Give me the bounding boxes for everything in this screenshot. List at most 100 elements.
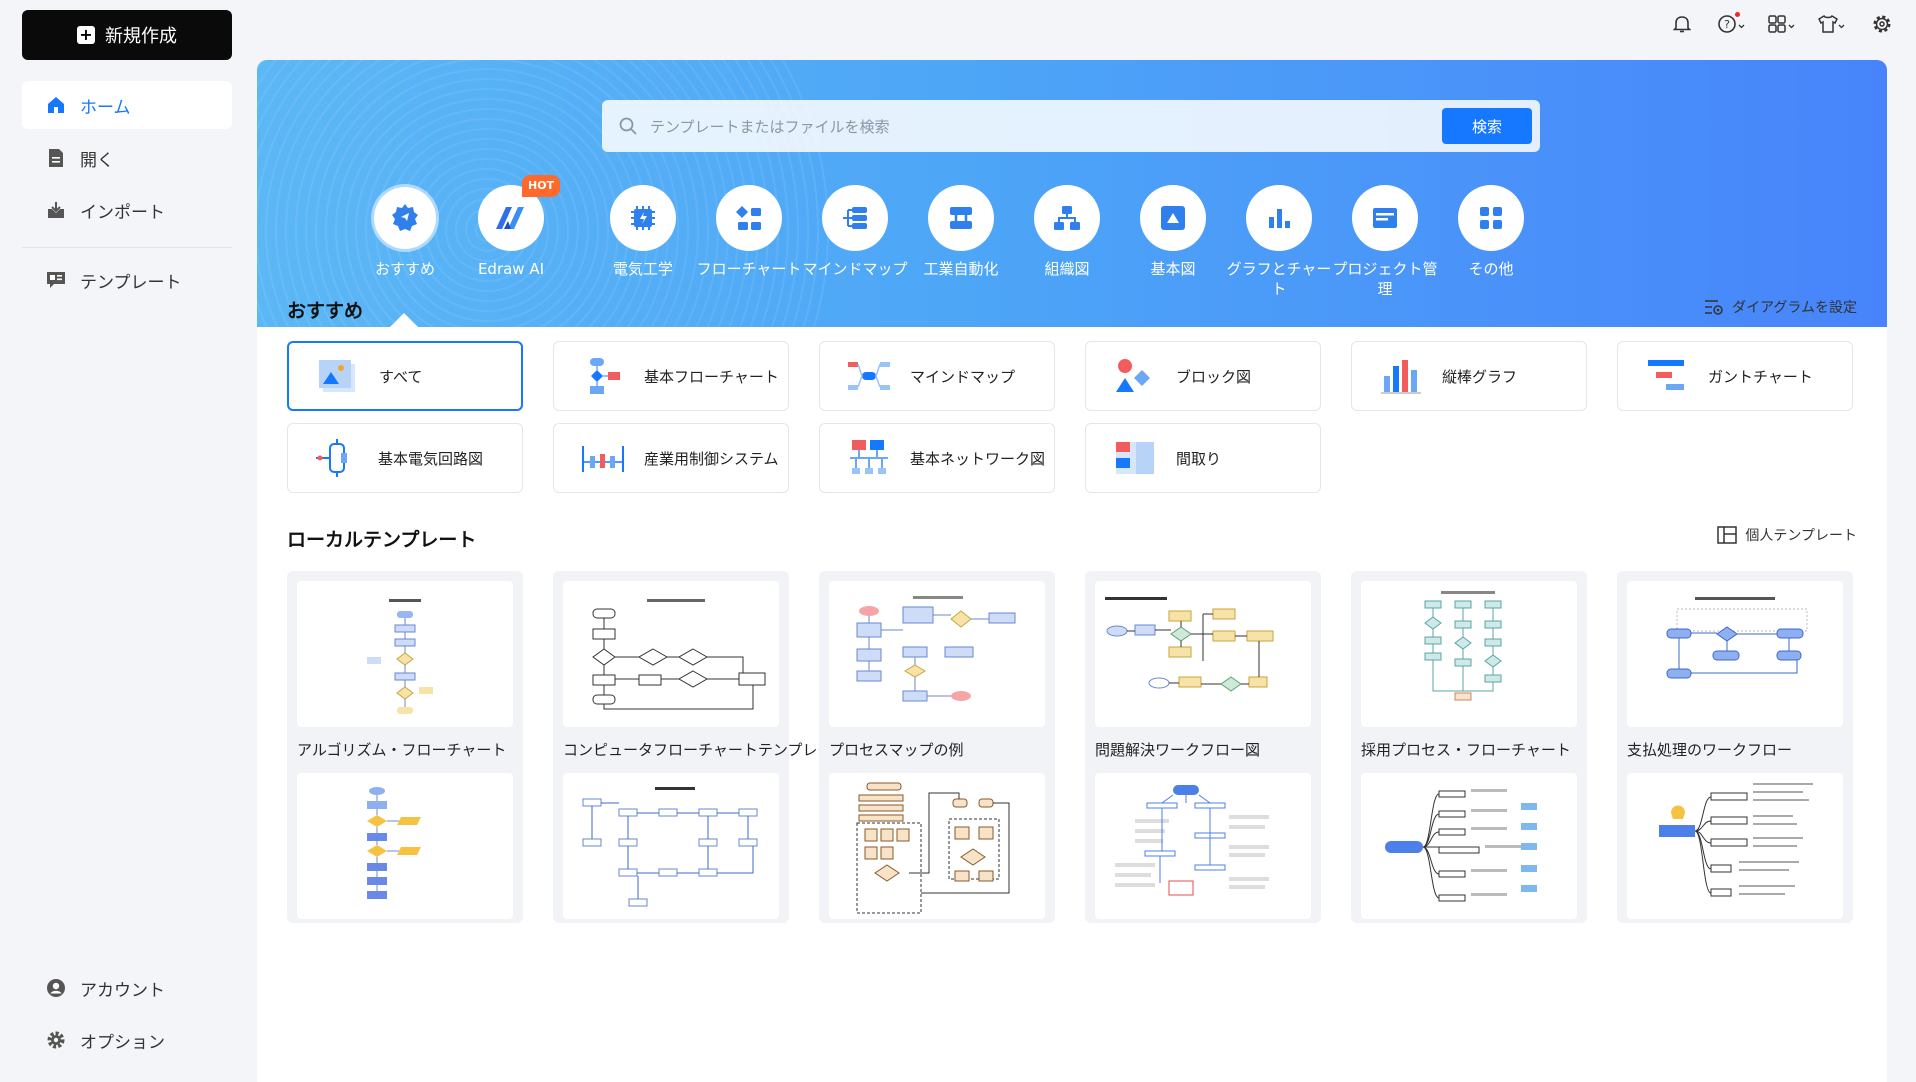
- diagram-settings-link[interactable]: ダイアグラムを設定: [1704, 297, 1857, 317]
- type-card-all[interactable]: すべて: [287, 341, 523, 411]
- flowchart-icon: [580, 356, 626, 396]
- template-card[interactable]: [287, 763, 523, 923]
- category-label: Edraw AI: [477, 260, 545, 278]
- search-button[interactable]: 検索: [1442, 108, 1532, 144]
- template-card[interactable]: アルゴリズム・フローチャート: [287, 571, 523, 777]
- template-thumbnail: [1361, 773, 1577, 919]
- sidebar-item-import[interactable]: インポート: [22, 186, 232, 234]
- search-icon: [619, 117, 637, 135]
- circuit-icon: [314, 438, 360, 478]
- personal-templates-label: 個人テンプレート: [1745, 528, 1857, 544]
- template-card[interactable]: 採用プロセス・フローチャート: [1351, 571, 1587, 777]
- search-input[interactable]: テンプレートまたはファイルを検索: [650, 116, 1442, 137]
- category-label: おすすめ: [374, 260, 435, 278]
- sidebar: + 新規作成 ホーム 開く インポート テンプレート アカウント オプション: [0, 0, 252, 1082]
- type-card-column-chart[interactable]: 縦棒グラフ: [1351, 341, 1587, 411]
- help-icon[interactable]: ?: [1718, 12, 1746, 36]
- type-card-label: ブロック図: [1176, 367, 1252, 386]
- category-more[interactable]: その他: [1436, 185, 1546, 279]
- new-button-label: 新規作成: [105, 26, 177, 47]
- mindmap-icon: [846, 356, 892, 396]
- template-card[interactable]: プロセスマップの例: [819, 571, 1055, 777]
- shirt-icon[interactable]: [1818, 12, 1846, 36]
- floorplan-icon: [1112, 438, 1158, 478]
- type-card-circuit[interactable]: 基本電気回路図: [287, 423, 523, 493]
- type-card-label: ガントチャート: [1708, 367, 1813, 386]
- category-label: グラフとチャート: [1226, 260, 1332, 298]
- category-orgchart[interactable]: 組織図: [1012, 185, 1122, 279]
- template-thumbnail: [829, 581, 1045, 727]
- personal-templates-link[interactable]: 個人テンプレート: [1717, 525, 1857, 545]
- category-project[interactable]: プロジェクト管理: [1330, 185, 1440, 299]
- type-card-basic-flowchart[interactable]: 基本フローチャート: [553, 341, 789, 411]
- type-card-block[interactable]: ブロック図: [1085, 341, 1321, 411]
- type-card-industrial[interactable]: 産業用制御システム: [553, 423, 789, 493]
- template-card[interactable]: [819, 763, 1055, 923]
- template-thumbnail: [297, 581, 513, 727]
- home-icon: [46, 95, 66, 115]
- template-card[interactable]: [1617, 763, 1853, 923]
- category-electrical[interactable]: 電気工学: [588, 185, 698, 279]
- flowchart-icon: [716, 185, 782, 251]
- plus-icon: +: [77, 26, 95, 44]
- basic-icon: [1140, 185, 1206, 251]
- sidebar-item-home[interactable]: ホーム: [22, 81, 232, 129]
- account-icon: [46, 978, 66, 998]
- type-card-network[interactable]: 基本ネットワーク図: [819, 423, 1055, 493]
- category-automation[interactable]: 工業自動化: [906, 185, 1016, 279]
- template-caption: 採用プロセス・フローチャート: [1361, 741, 1571, 759]
- industrial-control-icon: [580, 438, 626, 478]
- chart-icon: [1246, 185, 1312, 251]
- import-icon: [46, 200, 66, 220]
- top-toolbar: ?: [1668, 12, 1896, 36]
- sidebar-item-options[interactable]: オプション: [22, 1016, 232, 1064]
- template-card[interactable]: [1085, 763, 1321, 923]
- section-title-local: ローカルテンプレート: [287, 529, 477, 551]
- category-charts[interactable]: グラフとチャート: [1224, 185, 1334, 299]
- network-icon: [846, 438, 892, 478]
- apps-icon[interactable]: [1768, 12, 1796, 36]
- template-thumbnail: [1627, 773, 1843, 919]
- recommend-icon: [374, 187, 436, 249]
- template-card[interactable]: [1351, 763, 1587, 923]
- search-bar[interactable]: テンプレートまたはファイルを検索 検索: [602, 100, 1540, 152]
- divider: [22, 247, 232, 248]
- template-thumbnail: [563, 581, 779, 727]
- automation-icon: [928, 185, 994, 251]
- template-card[interactable]: 問題解決ワークフロー図: [1085, 571, 1321, 777]
- category-label: フローチャート: [696, 260, 802, 278]
- category-label: 組織図: [1044, 260, 1090, 278]
- section-title-recommended: おすすめ: [287, 300, 364, 322]
- type-card-mindmap[interactable]: マインドマップ: [819, 341, 1055, 411]
- category-mindmap[interactable]: マインドマップ: [800, 185, 910, 279]
- category-basic[interactable]: 基本図: [1118, 185, 1228, 279]
- sidebar-item-templates[interactable]: テンプレート: [22, 256, 232, 304]
- category-recommend[interactable]: おすすめ: [350, 185, 460, 279]
- type-card-gantt[interactable]: ガントチャート: [1617, 341, 1853, 411]
- new-button[interactable]: + 新規作成: [22, 10, 232, 60]
- category-label: 工業自動化: [923, 260, 999, 278]
- type-card-floorplan[interactable]: 間取り: [1085, 423, 1321, 493]
- sidebar-item-account[interactable]: アカウント: [22, 964, 232, 1012]
- template-thumbnail: [563, 773, 779, 919]
- template-card[interactable]: コンピュータフローチャートテンプレート: [553, 571, 847, 777]
- type-card-label: 基本ネットワーク図: [910, 449, 1046, 468]
- settings-icon[interactable]: [1868, 12, 1896, 36]
- template-caption: コンピュータフローチャートテンプレート: [563, 741, 848, 759]
- type-card-label: すべて: [379, 367, 423, 386]
- sidebar-item-label: アカウント: [80, 980, 165, 1001]
- main-panel: テンプレートまたはファイルを検索 検索 おすすめ HOT Edraw AI 電気…: [257, 60, 1887, 1082]
- template-card[interactable]: 支払処理のワークフロー: [1617, 571, 1853, 777]
- template-caption: プロセスマップの例: [829, 741, 964, 759]
- orgchart-icon: [1034, 185, 1100, 251]
- category-edraw-ai[interactable]: HOT Edraw AI: [456, 175, 566, 279]
- settings-list-icon: [1705, 300, 1723, 315]
- category-flowchart[interactable]: フローチャート: [694, 185, 804, 279]
- sidebar-item-label: オプション: [80, 1032, 165, 1053]
- bell-icon[interactable]: [1668, 12, 1696, 36]
- mindmap-icon: [822, 185, 888, 251]
- hot-badge: HOT: [522, 175, 561, 197]
- template-card[interactable]: [553, 763, 789, 923]
- image-icon: [315, 356, 361, 396]
- sidebar-item-open[interactable]: 開く: [22, 134, 232, 182]
